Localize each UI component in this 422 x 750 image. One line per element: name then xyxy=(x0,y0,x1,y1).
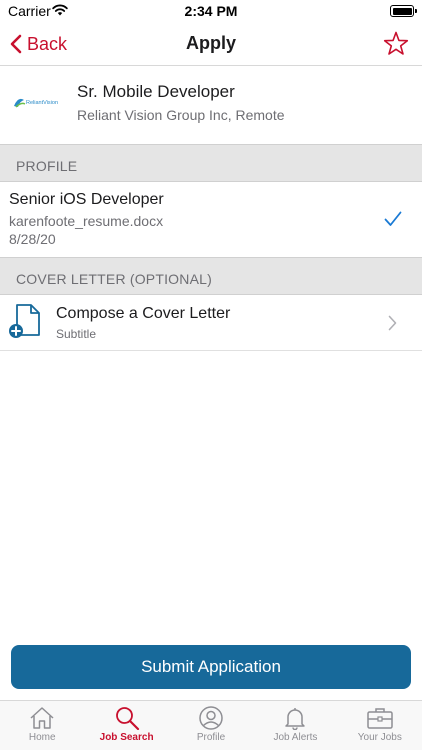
bell-icon xyxy=(285,708,306,730)
company-logo: ReliantVision xyxy=(14,98,58,108)
resume-date: 8/28/20 xyxy=(9,231,56,247)
resume-row[interactable]: Senior iOS Developer karenfoote_resume.d… xyxy=(0,182,422,256)
battery-level xyxy=(392,7,412,15)
submit-application-button[interactable]: Submit Application xyxy=(11,645,411,689)
cover-letter-subtitle: Subtitle xyxy=(56,327,97,341)
battery-icon xyxy=(390,5,417,17)
checkmark-icon xyxy=(384,211,402,226)
search-icon xyxy=(115,707,139,730)
profile-icon xyxy=(199,706,223,730)
resume-name: Senior iOS Developer xyxy=(9,191,164,208)
profile-section-header: PROFILE xyxy=(0,144,422,182)
home-icon xyxy=(30,707,54,729)
cover-letter-section-label: COVER LETTER (OPTIONAL) xyxy=(16,271,212,287)
navigation-bar: Back Apply xyxy=(0,22,422,66)
tab-your-jobs[interactable]: Your Jobs xyxy=(338,701,422,750)
chevron-right-icon xyxy=(388,315,397,331)
profile-section-label: PROFILE xyxy=(16,158,78,174)
compose-cover-letter-row[interactable]: Compose a Cover Letter Subtitle xyxy=(0,295,422,351)
resume-filename: karenfoote_resume.docx xyxy=(9,213,164,229)
tab-bar: Home Job Search Profile Job Alerts Your … xyxy=(0,700,422,750)
chevron-left-icon xyxy=(10,34,22,54)
tab-label: Job Alerts xyxy=(273,732,318,743)
tab-profile[interactable]: Profile xyxy=(169,701,253,750)
briefcase-icon xyxy=(367,708,393,729)
tab-job-alerts[interactable]: Job Alerts xyxy=(253,701,337,750)
job-title: Sr. Mobile Developer xyxy=(77,82,235,101)
job-summary: ReliantVision Sr. Mobile Developer Relia… xyxy=(0,66,422,144)
back-label: Back xyxy=(27,33,68,54)
status-bar: Carrier 2:34 PM xyxy=(0,0,422,22)
cover-letter-title: Compose a Cover Letter xyxy=(56,305,231,322)
status-time: 2:34 PM xyxy=(184,3,238,19)
add-document-icon xyxy=(9,304,40,338)
tab-home[interactable]: Home xyxy=(0,701,84,750)
tab-job-search[interactable]: Job Search xyxy=(84,701,168,750)
job-company-location: Reliant Vision Group Inc, Remote xyxy=(77,107,285,123)
cover-letter-section-header: COVER LETTER (OPTIONAL) xyxy=(0,257,422,295)
tab-label: Home xyxy=(28,732,56,743)
tab-label: Job Search xyxy=(99,732,154,743)
back-button[interactable]: Back xyxy=(10,31,67,57)
tab-label: Profile xyxy=(196,732,226,743)
favorite-star-icon[interactable] xyxy=(382,30,410,58)
tab-label: Your Jobs xyxy=(357,732,402,743)
logo-text: ReliantVision xyxy=(26,100,58,106)
